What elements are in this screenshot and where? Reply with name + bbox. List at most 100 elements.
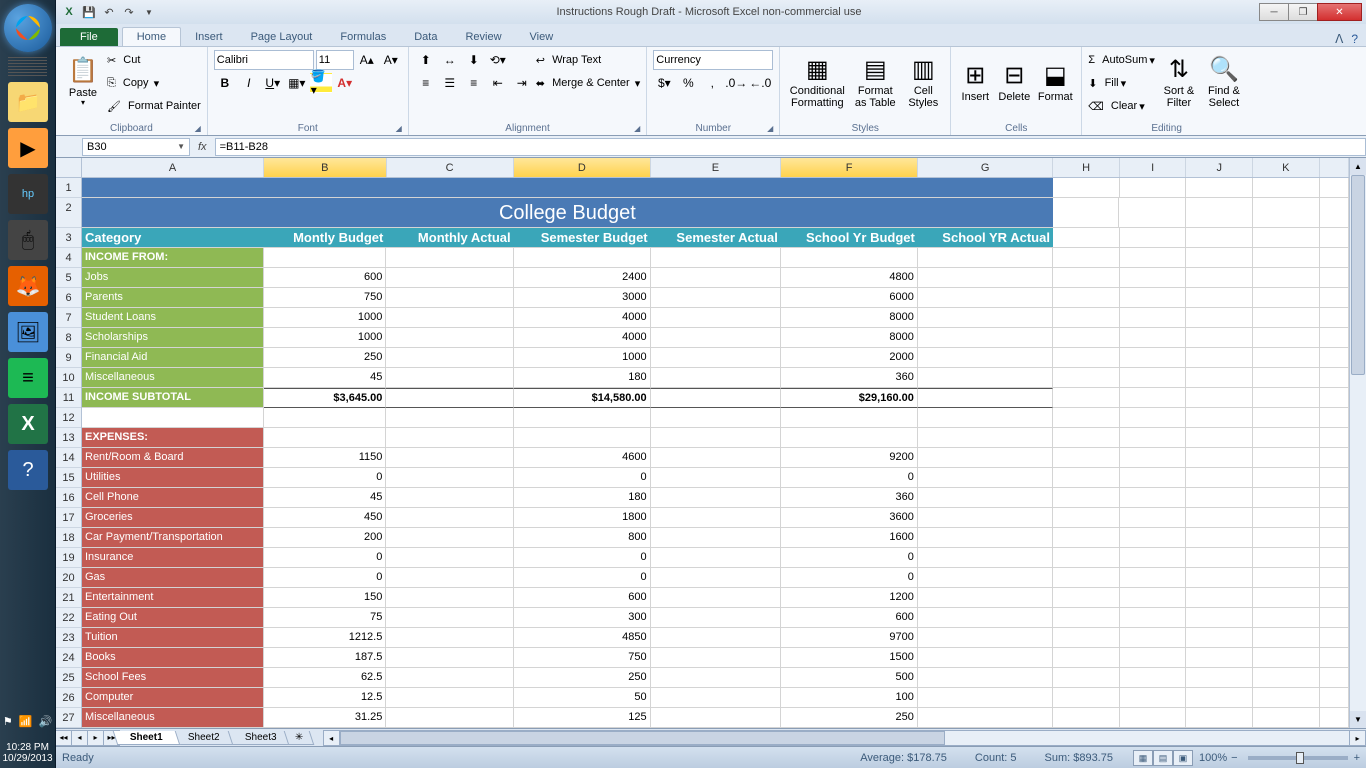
font-dialog-icon[interactable]: ◢ [396,124,402,133]
cell[interactable] [386,388,513,408]
row-header[interactable]: 14 [56,448,81,468]
cell[interactable] [1253,228,1320,248]
row-header[interactable]: 22 [56,608,81,628]
cell[interactable] [1320,468,1349,488]
cell[interactable]: 200 [264,528,386,548]
cell[interactable] [386,628,513,648]
cell[interactable] [651,528,781,548]
cell[interactable]: 0 [264,468,386,488]
decrease-decimal-button[interactable]: ←.0 [749,73,771,93]
row-header[interactable]: 9 [56,348,81,368]
row-header[interactable]: 1 [56,178,81,198]
cell[interactable]: Utilities [82,468,264,488]
cell[interactable]: 250 [264,348,386,368]
cell[interactable] [1253,608,1320,628]
cell[interactable] [1186,248,1253,268]
cell[interactable]: 45 [264,368,386,388]
cell[interactable]: Semester Actual [651,228,781,248]
cell[interactable] [918,288,1053,308]
cell[interactable]: 6000 [781,288,918,308]
cell[interactable] [1186,668,1253,688]
bold-button[interactable]: B [214,73,236,93]
decrease-indent-button[interactable]: ⇤ [487,73,509,93]
accounting-format-button[interactable]: $▾ [653,73,675,93]
cell[interactable] [1186,408,1253,428]
cell[interactable] [918,328,1053,348]
font-name-select[interactable] [214,50,314,70]
cell[interactable]: Tuition [82,628,264,648]
cell[interactable] [1053,308,1120,328]
cell[interactable]: School Fees [82,668,264,688]
cell[interactable] [1186,178,1253,198]
cell[interactable] [651,368,781,388]
cell[interactable] [386,368,513,388]
cell[interactable] [651,468,781,488]
cell[interactable] [918,348,1053,368]
hscroll-thumb[interactable] [340,731,946,745]
cell[interactable]: 750 [264,288,386,308]
cell[interactable] [1186,348,1253,368]
cell[interactable] [1053,528,1120,548]
col-header-c[interactable]: C [387,158,514,177]
align-middle-button[interactable]: ↔ [439,50,461,70]
col-header-h[interactable]: H [1053,158,1120,177]
vertical-scrollbar[interactable]: ▲ ▼ [1349,158,1366,728]
cell[interactable] [1253,198,1320,228]
cell[interactable] [264,428,386,448]
cell[interactable] [1053,468,1120,488]
cell[interactable] [1320,178,1349,198]
cell[interactable] [1053,588,1120,608]
cell[interactable] [1320,198,1350,228]
fill-button[interactable]: ⬇ Fill▾ [1088,72,1155,94]
cell[interactable] [1253,668,1320,688]
sheet-nav-next[interactable]: ▸ [87,730,104,746]
cell[interactable] [1320,708,1349,728]
cell[interactable] [1253,468,1320,488]
cell[interactable] [1053,288,1120,308]
cell[interactable]: INCOME FROM: [82,248,264,268]
cell[interactable]: 1150 [264,448,386,468]
row-header[interactable]: 11 [56,388,81,408]
cell[interactable]: 1000 [264,308,386,328]
cell[interactable] [1320,388,1349,408]
cell[interactable]: 600 [514,588,651,608]
cell[interactable]: 3000 [514,288,651,308]
cell[interactable] [1186,648,1253,668]
zoom-level[interactable]: 100% [1199,752,1227,764]
cell[interactable] [1320,368,1349,388]
cell[interactable]: Rent/Room & Board [82,448,264,468]
cell[interactable] [1120,268,1187,288]
cell[interactable] [651,508,781,528]
cell[interactable] [386,568,513,588]
cell[interactable] [1253,448,1320,468]
name-box[interactable]: B30▼ [82,138,190,156]
cell[interactable] [386,588,513,608]
cell[interactable] [1053,388,1120,408]
cell[interactable]: 45 [264,488,386,508]
cell[interactable] [386,178,513,198]
comma-format-button[interactable]: , [701,73,723,93]
cell[interactable] [1053,688,1120,708]
cell[interactable] [918,548,1053,568]
cell[interactable] [651,568,781,588]
cell[interactable]: 250 [514,668,651,688]
cell[interactable]: 187.5 [264,648,386,668]
cell[interactable]: 0 [781,548,918,568]
grow-font-button[interactable]: A▴ [356,50,378,70]
cell[interactable] [918,408,1053,428]
taskbar-app-icon[interactable]: 🖱 [8,220,48,260]
cell[interactable]: Miscellaneous [82,708,264,728]
cell[interactable]: 1000 [514,348,651,368]
cell[interactable] [1320,528,1349,548]
cell[interactable] [1253,178,1320,198]
cell[interactable] [1186,508,1253,528]
start-button[interactable] [4,4,52,52]
cell[interactable] [1253,288,1320,308]
tab-data[interactable]: Data [400,28,451,46]
row-header[interactable]: 13 [56,428,81,448]
increase-decimal-button[interactable]: .0→ [725,73,747,93]
cell[interactable]: 1000 [264,328,386,348]
cell[interactable]: Car Payment/Transportation [82,528,264,548]
cell[interactable]: School Yr Budget [781,228,918,248]
tab-view[interactable]: View [516,28,568,46]
